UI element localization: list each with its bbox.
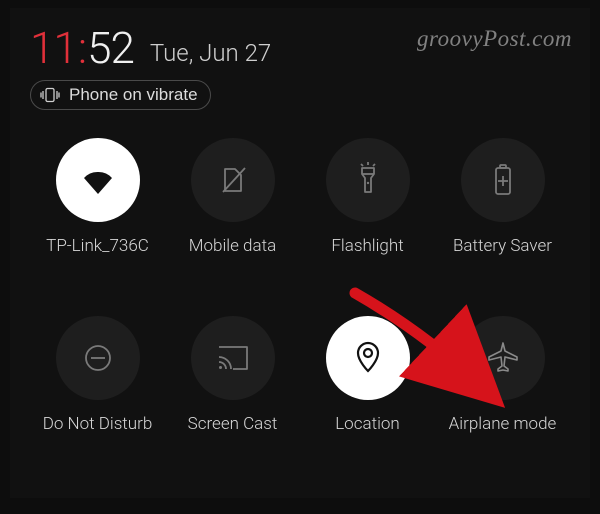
flashlight-icon [353,162,383,198]
tile-label: Location [335,414,400,434]
location-toggle[interactable] [326,316,410,400]
tile-label: Flashlight [331,236,403,256]
dnd-icon [81,341,115,375]
clock-hour: 11 [30,26,77,70]
quick-settings-grid: TP-Link_736C Mobile data [30,138,570,434]
no-sim-icon [216,163,250,197]
ringer-mode-chip[interactable]: Phone on vibrate [30,80,211,110]
tile-label: Screen Cast [188,414,278,434]
flashlight-toggle[interactable] [326,138,410,222]
airplane-icon [485,340,521,376]
dnd-toggle[interactable] [56,316,140,400]
airplane-mode-toggle[interactable] [461,316,545,400]
tile-location: Location [303,316,433,434]
clock-colon: : [78,26,86,70]
clock: 11 : 52 [30,26,134,70]
tile-mobile-data: Mobile data [168,138,298,256]
ringer-mode-label: Phone on vibrate [69,85,198,105]
tile-label: Battery Saver [453,236,552,256]
tile-airplane: Airplane mode [438,316,568,434]
tile-label: TP-Link_736C [46,236,149,256]
tile-battery-saver: Battery Saver [438,138,568,256]
date-text: Tue, Jun 27 [150,39,271,67]
clock-minute: 52 [87,26,134,70]
battery-saver-toggle[interactable] [461,138,545,222]
mobile-data-toggle[interactable] [191,138,275,222]
wifi-icon [78,160,118,200]
watermark-text: groovyPost.com [417,26,572,52]
tile-dnd: Do Not Disturb [33,316,163,434]
tile-label: Airplane mode [449,414,557,434]
tile-wifi: TP-Link_736C [33,138,163,256]
wifi-toggle[interactable] [56,138,140,222]
tile-label: Mobile data [189,236,276,256]
tile-flashlight: Flashlight [303,138,433,256]
tile-label: Do Not Disturb [43,414,153,434]
battery-plus-icon [490,162,516,198]
vibrate-icon [39,87,61,103]
location-icon [353,339,383,377]
tile-screen-cast: Screen Cast [168,316,298,434]
quick-settings-panel: groovyPost.com 11 : 52 Tue, Jun 27 Phone… [10,8,590,498]
screen-cast-toggle[interactable] [191,316,275,400]
cast-icon [215,343,251,373]
